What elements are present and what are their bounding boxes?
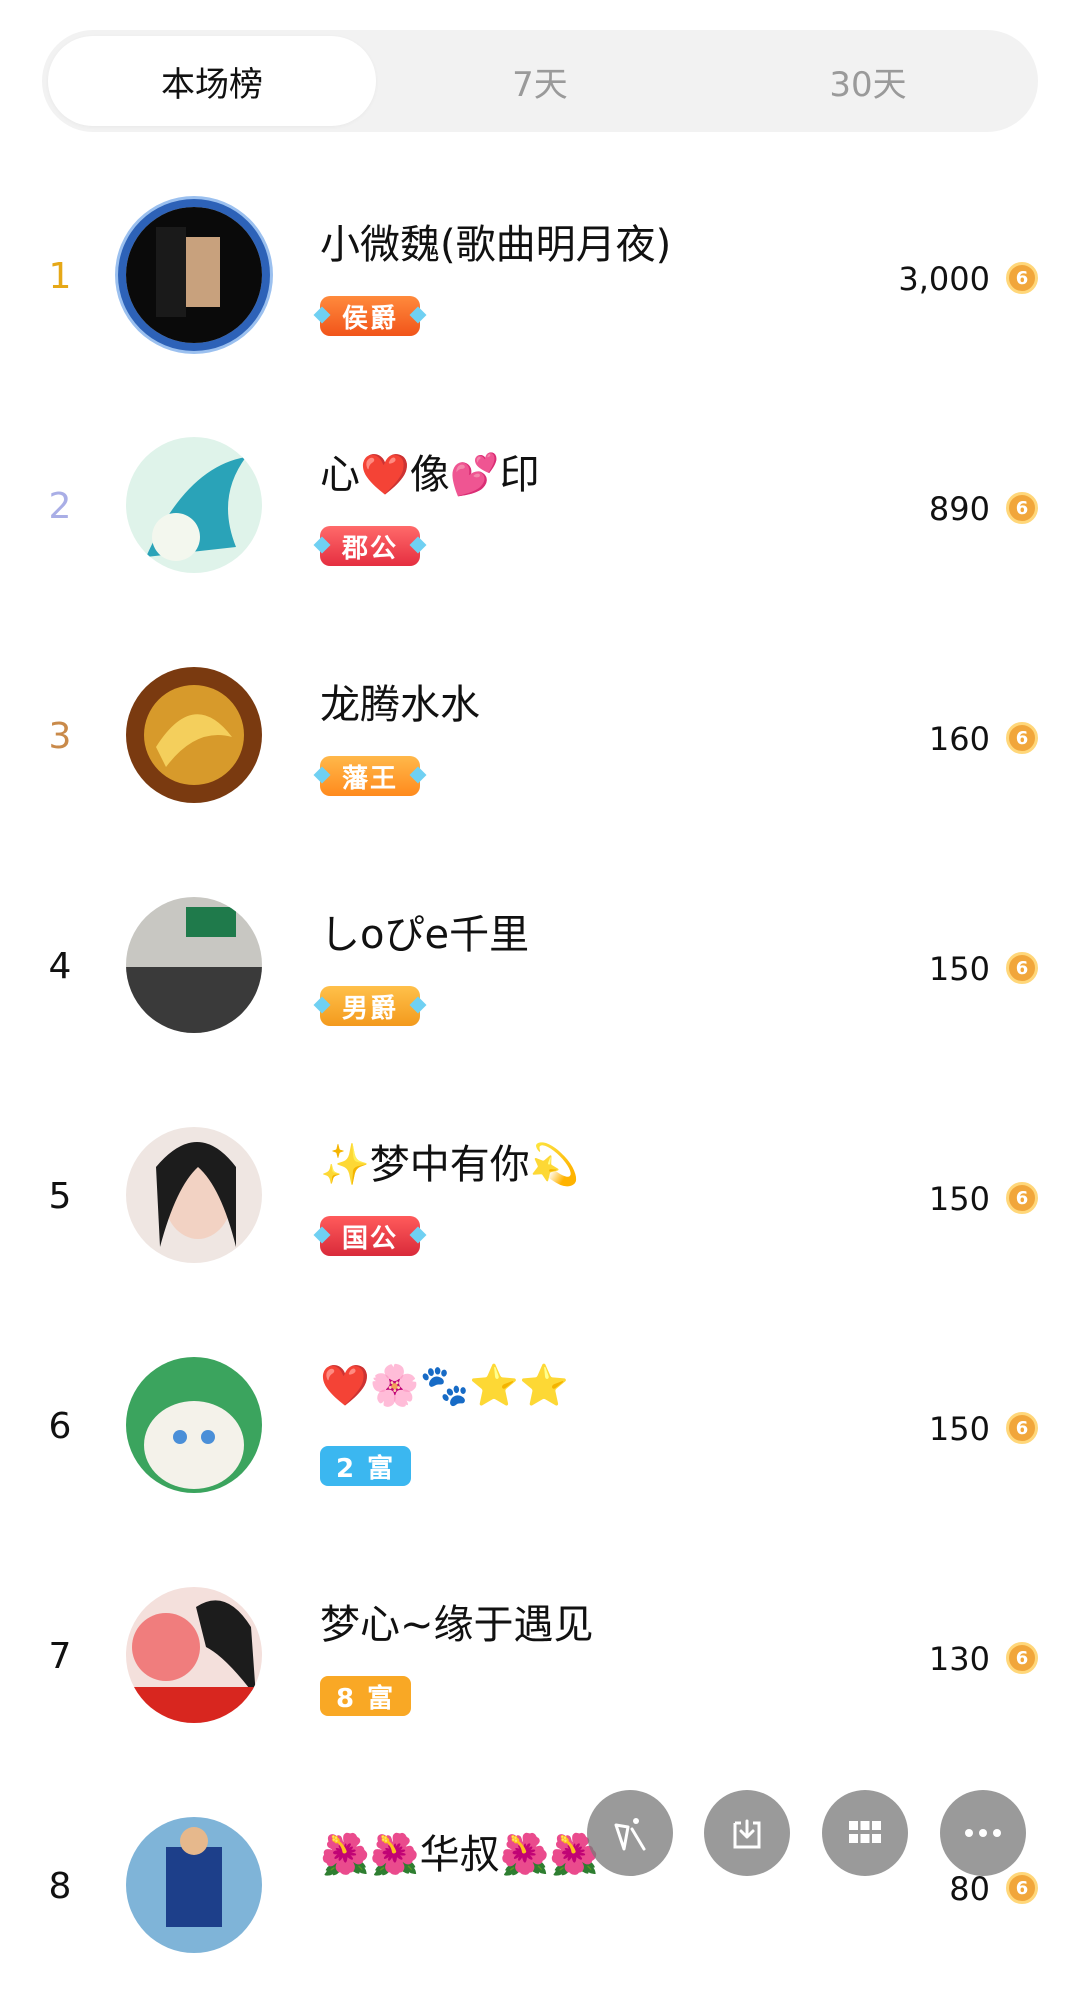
- score-amount: 150: [928, 1410, 990, 1448]
- rank-number: 6: [48, 1406, 72, 1447]
- list-item[interactable]: 1 小微魏(歌曲明月夜) 侯爵 3,000 6: [0, 160, 1080, 390]
- status-badge: 侯爵: [320, 296, 421, 336]
- user-name: 小微魏(歌曲明月夜): [320, 222, 672, 268]
- coin-icon: 6: [1006, 262, 1038, 294]
- user-name: 梦心~缘于遇见: [320, 1602, 594, 1648]
- avatar[interactable]: [126, 897, 262, 1033]
- tab-30-days[interactable]: 30天: [704, 36, 1032, 126]
- rank-number: 8: [48, 1866, 72, 1907]
- more-icon: [965, 1829, 1001, 1837]
- rank-number: 5: [48, 1176, 72, 1217]
- coin-icon: 6: [1006, 1182, 1038, 1214]
- user-name: しoぴe千里: [320, 912, 530, 958]
- list-item[interactable]: 8 🌺🌺华叔🌺🌺 80 6: [0, 1770, 1080, 2000]
- tab-this-session[interactable]: 本场榜: [48, 36, 376, 126]
- share-button[interactable]: [587, 1790, 673, 1876]
- list-item[interactable]: 3 龙腾水水 藩王 160 6: [0, 620, 1080, 850]
- rank-number: 7: [48, 1636, 72, 1677]
- download-button[interactable]: [704, 1790, 790, 1876]
- status-badge: 藩王: [320, 756, 421, 796]
- user-name: ❤️🌸🐾⭐⭐: [320, 1363, 570, 1409]
- status-badge: 8 富: [320, 1676, 412, 1716]
- share-icon: [614, 1818, 646, 1851]
- grid-icon: [849, 1821, 881, 1843]
- coin-icon: 6: [1006, 1642, 1038, 1674]
- avatar[interactable]: [126, 1127, 262, 1263]
- coin-icon: 6: [1006, 722, 1038, 754]
- avatar[interactable]: [126, 1357, 262, 1493]
- user-name: ✨梦中有你💫: [320, 1142, 580, 1188]
- grid-button[interactable]: [822, 1790, 908, 1876]
- status-badge: 男爵: [320, 986, 421, 1026]
- ranking-list: 1 小微魏(歌曲明月夜) 侯爵 3,000 6 2 心❤️像💕印 郡公 890 …: [0, 160, 1080, 2000]
- user-name: 龙腾水水: [320, 682, 480, 728]
- list-item[interactable]: 7 梦心~缘于遇见 8 富 130 6: [0, 1540, 1080, 1770]
- score-amount: 3,000: [898, 260, 990, 298]
- list-item[interactable]: 5 ✨梦中有你💫 国公 150 6: [0, 1080, 1080, 1310]
- list-item[interactable]: 6 ❤️🌸🐾⭐⭐ 2 富 150 6: [0, 1310, 1080, 1540]
- avatar[interactable]: [126, 207, 262, 343]
- score-amount: 130: [928, 1640, 990, 1678]
- rank-number: 4: [48, 946, 72, 987]
- coin-icon: 6: [1006, 492, 1038, 524]
- status-badge: 2 富: [320, 1446, 412, 1486]
- rank-number: 1: [48, 256, 72, 297]
- list-item[interactable]: 4 しoぴe千里 男爵 150 6: [0, 850, 1080, 1080]
- tab-7-days[interactable]: 7天: [376, 36, 704, 126]
- score-amount: 160: [928, 720, 990, 758]
- avatar[interactable]: [126, 437, 262, 573]
- ranking-tabs: 本场榜 7天 30天: [42, 30, 1038, 132]
- download-icon: [733, 1819, 761, 1849]
- coin-icon: 6: [1006, 952, 1038, 984]
- score-amount: 150: [928, 1180, 990, 1218]
- rank-number: 2: [48, 486, 72, 527]
- status-badge: 郡公: [320, 526, 421, 566]
- avatar[interactable]: [126, 1817, 262, 1953]
- avatar[interactable]: [126, 1587, 262, 1723]
- coin-icon: 6: [1006, 1872, 1038, 1904]
- more-button[interactable]: [940, 1790, 1026, 1876]
- user-name: 🌺🌺华叔🌺🌺: [320, 1832, 600, 1878]
- rank-number: 3: [48, 716, 72, 757]
- coin-icon: 6: [1006, 1412, 1038, 1444]
- score-amount: 150: [928, 950, 990, 988]
- user-name: 心❤️像💕印: [320, 452, 540, 498]
- status-badge: 国公: [320, 1216, 421, 1256]
- score-amount: 890: [928, 490, 990, 528]
- avatar[interactable]: [126, 667, 262, 803]
- list-item[interactable]: 2 心❤️像💕印 郡公 890 6: [0, 390, 1080, 620]
